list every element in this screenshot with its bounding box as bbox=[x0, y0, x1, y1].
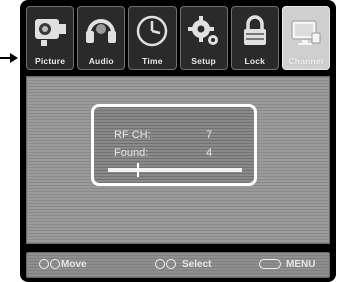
tab-label: Time bbox=[142, 56, 163, 66]
scan-progress-bar bbox=[108, 163, 242, 177]
pointer-arrow-icon bbox=[0, 53, 18, 63]
tab-audio[interactable]: Audio bbox=[77, 6, 126, 70]
rf-ch-label: RF CH: bbox=[114, 129, 151, 141]
menu-hint: MENU bbox=[259, 259, 315, 270]
menu-label: MENU bbox=[286, 259, 316, 270]
dpad-icon bbox=[50, 259, 60, 270]
dpad-icon bbox=[166, 259, 176, 270]
picture-icon bbox=[35, 19, 67, 46]
audio-icon bbox=[86, 19, 117, 43]
found-value: 4 bbox=[206, 147, 213, 159]
tab-lock[interactable]: Lock bbox=[230, 6, 279, 70]
channel-scan-dialog: RF CH: 7 Found: 4 bbox=[91, 104, 257, 186]
lock-icon bbox=[243, 15, 266, 45]
dpad-icon bbox=[39, 259, 49, 270]
clock-icon bbox=[137, 15, 168, 47]
tab-label: Lock bbox=[244, 56, 266, 66]
move-label: Move bbox=[61, 259, 87, 270]
tab-label: Audio bbox=[88, 56, 114, 66]
channel-icon bbox=[291, 20, 321, 45]
select-label: Select bbox=[182, 259, 212, 270]
progress-marker bbox=[137, 163, 139, 177]
move-hint: Move bbox=[39, 259, 87, 270]
tab-label: Channel bbox=[288, 56, 324, 66]
gear-icon bbox=[187, 16, 218, 45]
tab-picture[interactable]: Picture bbox=[26, 6, 75, 70]
tab-label: Setup bbox=[191, 56, 216, 66]
tab-time[interactable]: Time bbox=[128, 6, 177, 70]
tab-label: Picture bbox=[34, 56, 66, 66]
tab-setup[interactable]: Setup bbox=[179, 6, 228, 70]
menu-tabs: Picture Audio Time Setup Lock Channel bbox=[26, 6, 331, 72]
footer-hints: Move Select MENU bbox=[26, 252, 330, 278]
tab-channel[interactable]: Channel bbox=[281, 6, 331, 70]
rf-ch-value: 7 bbox=[206, 129, 213, 141]
dpad-icon bbox=[155, 259, 165, 270]
menu-key-icon bbox=[259, 259, 281, 270]
select-hint: Select bbox=[155, 259, 211, 270]
found-label: Found: bbox=[114, 147, 149, 159]
